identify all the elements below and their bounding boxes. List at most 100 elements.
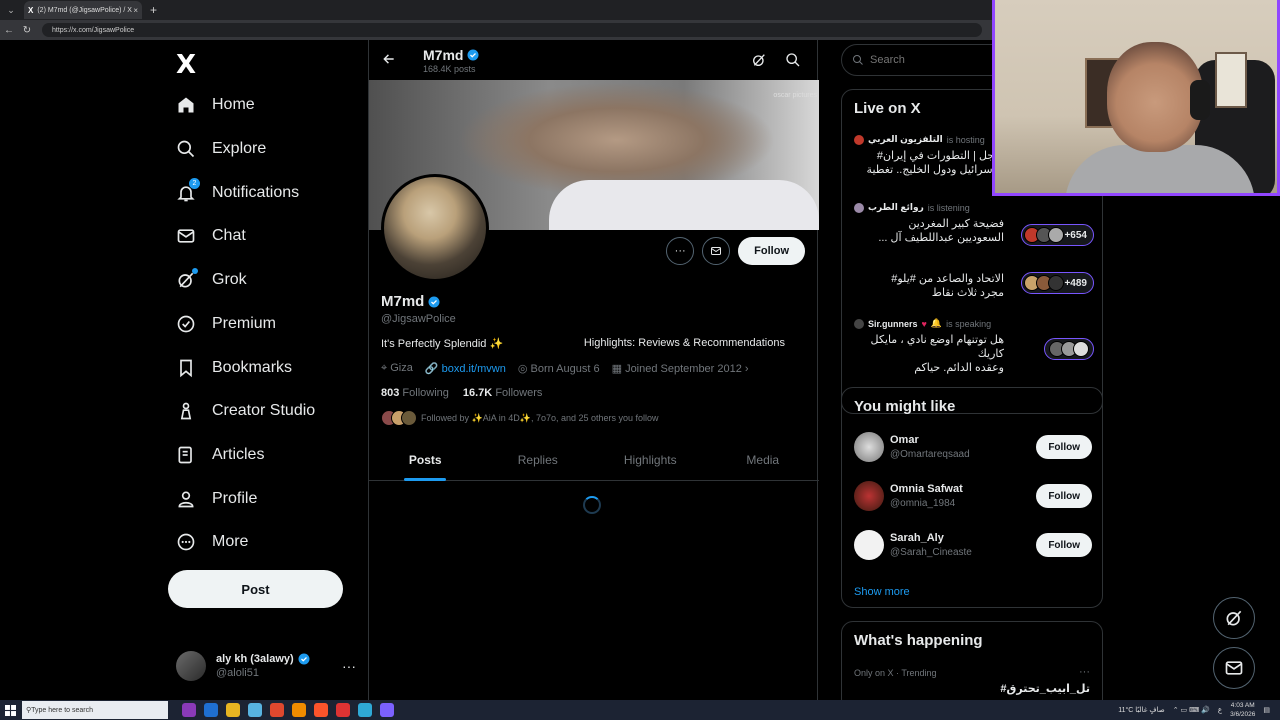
suggestion-row[interactable]: Omar @Omartareqsaad Follow (854, 432, 1092, 462)
windows-start-icon[interactable] (0, 700, 20, 720)
avatar (176, 651, 206, 681)
trend-more-icon[interactable]: ··· (1079, 666, 1090, 678)
followers-link[interactable]: 16.7K Followers (463, 387, 543, 399)
notification-center-icon[interactable]: ▤ (1263, 706, 1270, 714)
sidebar-item-profile[interactable]: Profile (176, 484, 257, 514)
tab-media[interactable]: Media (707, 440, 820, 480)
clock-date: 3/6/2026 (1230, 711, 1256, 718)
bookmark-icon (176, 358, 196, 378)
vlc-icon[interactable] (292, 703, 306, 717)
trend-name[interactable]: #تل_ابيب_تحترق (1000, 682, 1090, 695)
tab-posts[interactable]: Posts (369, 440, 482, 480)
new-tab-button[interactable]: + (150, 3, 157, 17)
profile-handle: @JigsawPolice (381, 313, 456, 325)
chrome-icon[interactable] (270, 703, 284, 717)
live-listeners-badge[interactable]: +489 (1021, 272, 1094, 294)
creator-studio-icon (176, 401, 196, 421)
sidebar-item-home[interactable]: Home (176, 90, 255, 120)
live-listeners-badge[interactable] (1044, 338, 1094, 360)
app-icon[interactable] (336, 703, 350, 717)
tray-icons[interactable]: ⌃ ▭ ⌨ 🔊 (1173, 706, 1210, 714)
post-button[interactable]: Post (168, 570, 343, 608)
location: ⌖ Giza (381, 362, 413, 374)
sidebar-item-label: Bookmarks (212, 359, 293, 376)
live-host-status: is speaking (946, 318, 992, 329)
messages-floating-button[interactable] (1213, 647, 1255, 689)
sidebar-item-label: Chat (212, 227, 246, 244)
mail-icon (176, 226, 196, 246)
language-indicator[interactable]: ع (1218, 706, 1222, 714)
app-icon[interactable] (204, 703, 218, 717)
more-options-button[interactable]: ··· (666, 237, 695, 265)
folder-icon[interactable] (226, 703, 240, 717)
verified-badge-icon (298, 653, 310, 665)
joined-date[interactable]: ▦ Joined September 2012 › (612, 362, 749, 375)
sidebar-item-label: More (212, 533, 249, 550)
edge-icon[interactable] (358, 703, 372, 717)
tab-replies[interactable]: Replies (482, 440, 595, 480)
profile-main-column: M7md 168.4K posts oscar pictures ··· Fol… (368, 40, 820, 700)
suggestion-row[interactable]: Sarah_Aly @Sarah_Cineaste Follow (854, 530, 1092, 560)
app-icon[interactable] (182, 703, 196, 717)
search-icon[interactable] (785, 52, 801, 68)
message-button[interactable] (702, 237, 731, 265)
followed-by-avatars (381, 410, 417, 426)
sidebar-item-premium[interactable]: Premium (176, 309, 276, 339)
avatar (854, 432, 884, 462)
sidebar-item-more[interactable]: More (176, 527, 248, 557)
suggestion-row[interactable]: Omnia Safwat @omnia_1984 Follow (854, 481, 1092, 511)
bell-icon: 2 (176, 178, 200, 203)
website[interactable]: 🔗 boxd.it/mvwn (425, 362, 506, 375)
following-link[interactable]: 803 Following (381, 387, 449, 399)
notification-count-badge: 2 (189, 178, 200, 189)
back-arrow-icon[interactable] (369, 52, 409, 69)
account-switcher[interactable]: aly kh (3alawy) @aloli51 ··· (176, 648, 356, 684)
suggestion-handle: @omnia_1984 (890, 498, 956, 509)
x-logo-icon[interactable]: X (176, 50, 196, 80)
sidebar-item-label: Profile (212, 490, 258, 507)
whats-happening-card: What's happening Only on X · Trending ··… (841, 621, 1103, 711)
live-item[interactable]: روائع الطرب is listening فضيحة كبير المغر… (854, 202, 1094, 246)
account-display-name: aly kh (3alawy) (216, 653, 294, 665)
live-host-name: التلفزيون العربي (868, 134, 943, 144)
app-icon[interactable] (248, 703, 262, 717)
followed-by-row[interactable]: Followed by ✨AiA in 4D✨, 7o7o, and 25 ot… (381, 410, 659, 426)
avatar (854, 481, 884, 511)
sidebar-item-notifications[interactable]: 2 Notifications (176, 178, 299, 208)
header-profile-name: M7md (423, 46, 464, 63)
browser-tab[interactable]: X (2) M7md (@JigsawPolice) / X × (24, 1, 142, 19)
grok-floating-button[interactable] (1213, 597, 1255, 639)
close-tab-icon[interactable]: × (133, 6, 138, 15)
account-more-icon[interactable]: ··· (342, 658, 356, 674)
live-item[interactable]: Sir.gunners ♥ 🔔 is speaking هل توتنهام اوضع… (854, 318, 1094, 375)
tab-list-button[interactable]: ⌄ (2, 1, 20, 19)
address-bar[interactable]: https://x.com/JigsawPolice (42, 23, 982, 37)
follow-button[interactable]: Follow (1036, 533, 1092, 557)
grok-icon (1226, 610, 1242, 626)
follow-button[interactable]: Follow (738, 237, 805, 265)
reload-icon[interactable]: ↻ (18, 25, 36, 36)
windows-taskbar: ⚲ Type here to search 11°C صافٍ غالبًا ⌃… (0, 700, 1280, 720)
clock[interactable]: 4:03 AM 3/6/2026 (1230, 701, 1255, 719)
sidebar-item-explore[interactable]: Explore (176, 134, 266, 164)
mail-icon (711, 247, 722, 255)
live-listeners-badge[interactable]: +654 (1021, 224, 1094, 246)
tab-highlights[interactable]: Highlights (594, 440, 707, 480)
show-more-link[interactable]: Show more (854, 586, 910, 598)
live-item[interactable]: الاتحاد والصاعد من #يلو# مجرد ثلاث نقاط … (854, 268, 1094, 300)
back-arrow-icon[interactable]: ← (0, 25, 18, 36)
sidebar-item-chat[interactable]: Chat (176, 221, 246, 251)
grok-icon[interactable] (751, 52, 767, 68)
taskbar-search[interactable]: ⚲ Type here to search (22, 701, 168, 719)
follow-button[interactable]: Follow (1036, 484, 1092, 508)
website-link[interactable]: boxd.it/mvwn (442, 363, 506, 375)
sidebar-item-creator-studio[interactable]: Creator Studio (176, 396, 315, 426)
app-icon[interactable] (380, 703, 394, 717)
sidebar-item-bookmarks[interactable]: Bookmarks (176, 353, 292, 383)
profile-avatar[interactable] (381, 174, 489, 282)
brave-icon[interactable] (314, 703, 328, 717)
sidebar-item-grok[interactable]: Grok (176, 265, 247, 295)
weather-text[interactable]: 11°C صافٍ غالبًا (1118, 706, 1165, 714)
follow-button[interactable]: Follow (1036, 435, 1092, 459)
sidebar-item-articles[interactable]: Articles (176, 440, 264, 470)
